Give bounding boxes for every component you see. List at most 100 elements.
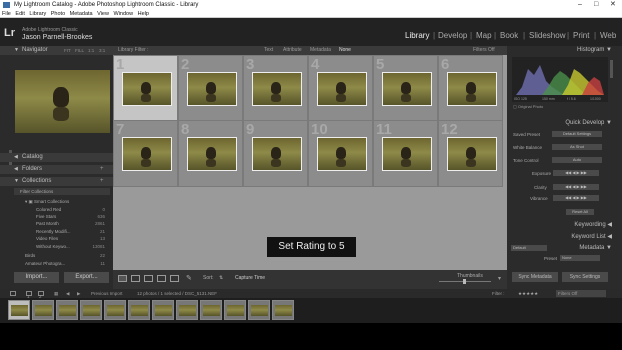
- loupe-view-icon[interactable]: [131, 275, 140, 282]
- filmstrip-thumbnail[interactable]: [32, 300, 54, 320]
- filter-metadata[interactable]: Metadata: [310, 46, 331, 55]
- filmstrip-thumbnail[interactable]: [224, 300, 246, 320]
- secondary-display-icon[interactable]: [10, 291, 16, 296]
- add-folder-icon[interactable]: +: [100, 165, 104, 174]
- filter-none[interactable]: None: [339, 46, 351, 55]
- module-develop[interactable]: Develop: [438, 31, 467, 40]
- module-slideshow[interactable]: Slideshow: [529, 31, 565, 40]
- white-balance-select[interactable]: As Shot: [552, 144, 602, 150]
- exposure-stepper[interactable]: ◀◀ ◀ ▶ ▶▶: [553, 170, 599, 176]
- grid-cell[interactable]: 10: [308, 120, 373, 187]
- histogram-header[interactable]: Histogram ▼: [507, 46, 622, 55]
- sync-metadata-button[interactable]: Sync Metadata: [512, 272, 558, 282]
- menu-view[interactable]: View: [97, 11, 109, 17]
- filmstrip-thumbnail[interactable]: [8, 300, 30, 320]
- panel-scroll-handle[interactable]: [610, 60, 613, 78]
- grid-cell[interactable]: 8: [178, 120, 243, 187]
- grid-cell[interactable]: 5: [373, 55, 438, 122]
- compare-view-icon[interactable]: [144, 275, 153, 282]
- grid-cell[interactable]: 9: [243, 120, 308, 187]
- photo-thumbnail[interactable]: [187, 72, 237, 106]
- menu-edit[interactable]: Edit: [15, 11, 24, 17]
- filter-text[interactable]: Text: [264, 46, 273, 55]
- zoom-fill[interactable]: FILL: [75, 46, 84, 55]
- collections-header[interactable]: ▼ Collections +: [0, 177, 113, 186]
- metadata-preset-dropdown[interactable]: None: [560, 255, 600, 261]
- module-library[interactable]: Library: [405, 31, 429, 40]
- filmstrip-thumbnail[interactable]: [104, 300, 126, 320]
- photo-thumbnail[interactable]: [122, 137, 172, 171]
- photo-thumbnail[interactable]: [252, 72, 302, 106]
- grid-cell[interactable]: 11: [373, 120, 438, 187]
- photo-thumbnail[interactable]: [252, 137, 302, 171]
- menu-photo[interactable]: Photo: [51, 11, 65, 17]
- people-view-icon[interactable]: [170, 275, 179, 282]
- smart-collections-folder[interactable]: ▾ ▣ Smart Collections: [25, 199, 69, 205]
- painter-icon[interactable]: ✎: [186, 274, 192, 282]
- filmstrip-thumbnail[interactable]: [200, 300, 222, 320]
- module-map[interactable]: Map: [476, 31, 492, 40]
- reset-all-button[interactable]: Reset All: [566, 209, 594, 215]
- module-web[interactable]: Web: [600, 31, 616, 40]
- navigator-header[interactable]: ▼ Navigator FIT FILL 1:1 3:1: [0, 46, 113, 55]
- sort-direction-icon[interactable]: ⇅: [219, 275, 223, 281]
- keywording-header[interactable]: Keywording ◀: [507, 221, 622, 230]
- page-1-icon[interactable]: 1: [26, 291, 32, 299]
- sort-select[interactable]: Capture Time: [235, 275, 265, 281]
- toolbar-menu-icon[interactable]: ▾: [498, 275, 501, 282]
- filter-collections-input[interactable]: Filter Collections: [14, 188, 110, 195]
- import-button[interactable]: Import...: [14, 272, 59, 283]
- grid-view-icon[interactable]: [118, 275, 127, 282]
- metadata-header[interactable]: Metadata ▼: [507, 244, 622, 253]
- filmstrip-thumbnail[interactable]: [152, 300, 174, 320]
- filmstrip-thumbnail[interactable]: [272, 300, 294, 320]
- survey-view-icon[interactable]: [157, 275, 166, 282]
- filters-status[interactable]: Filters Off: [473, 46, 495, 55]
- module-print[interactable]: Print: [573, 31, 589, 40]
- photo-thumbnail[interactable]: [447, 72, 497, 106]
- quick-develop-header[interactable]: Quick Develop ▼: [507, 119, 622, 128]
- menu-library[interactable]: Library: [29, 11, 46, 17]
- filmstrip-thumbnail[interactable]: [56, 300, 78, 320]
- saved-preset-select[interactable]: Default Settings: [552, 131, 602, 137]
- filmstrip-thumbnail[interactable]: [128, 300, 150, 320]
- vibrance-stepper[interactable]: ◀◀ ◀ ▶ ▶▶: [553, 195, 599, 201]
- catalog-header[interactable]: ◀ Catalog: [0, 153, 113, 162]
- slider-thumb[interactable]: [463, 279, 466, 284]
- source-name[interactable]: Previous Import: [91, 289, 123, 298]
- photo-thumbnail[interactable]: [317, 137, 367, 171]
- photo-thumbnail[interactable]: [382, 137, 432, 171]
- tone-control-auto-button[interactable]: Auto: [552, 157, 602, 163]
- menu-window[interactable]: Window: [114, 11, 134, 17]
- sync-settings-button[interactable]: Sync Settings: [562, 272, 608, 282]
- photo-thumbnail[interactable]: [122, 72, 172, 106]
- keyword-list-header[interactable]: Keyword List ◀: [507, 233, 622, 242]
- grid-cell[interactable]: 7: [113, 120, 178, 187]
- filmstrip-thumbnail[interactable]: [176, 300, 198, 320]
- grid-cell[interactable]: 6: [438, 55, 503, 122]
- page-2-icon[interactable]: 2: [38, 291, 44, 299]
- filter-preset-select[interactable]: Filters Off: [556, 290, 606, 297]
- filmstrip-thumbnail[interactable]: [80, 300, 102, 320]
- grid-cell[interactable]: 1: [113, 55, 178, 122]
- export-button[interactable]: Export...: [64, 272, 109, 283]
- grid-icon[interactable]: ▦: [54, 289, 58, 298]
- maximize-icon[interactable]: □: [594, 0, 598, 10]
- close-icon[interactable]: ✕: [610, 0, 616, 10]
- back-icon[interactable]: ◀: [66, 289, 69, 298]
- zoom-fit[interactable]: FIT: [64, 46, 71, 55]
- photo-thumbnail[interactable]: [382, 72, 432, 106]
- folders-header[interactable]: ◀ Folders +: [0, 165, 113, 174]
- add-collection-icon[interactable]: +: [100, 177, 104, 186]
- filmstrip-thumbnail[interactable]: [248, 300, 270, 320]
- rating-filter[interactable]: ★★★★★: [518, 289, 538, 298]
- navigator-preview[interactable]: [15, 70, 110, 133]
- photo-thumbnail[interactable]: [187, 137, 237, 171]
- photo-thumbnail[interactable]: [317, 72, 367, 106]
- grid-cell[interactable]: 12: [438, 120, 503, 187]
- filter-attribute[interactable]: Attribute: [283, 46, 302, 55]
- menu-help[interactable]: Help: [138, 11, 149, 17]
- minimize-icon[interactable]: –: [578, 0, 582, 10]
- grid-cell[interactable]: 2: [178, 55, 243, 122]
- zoom-1-1[interactable]: 1:1: [88, 46, 94, 55]
